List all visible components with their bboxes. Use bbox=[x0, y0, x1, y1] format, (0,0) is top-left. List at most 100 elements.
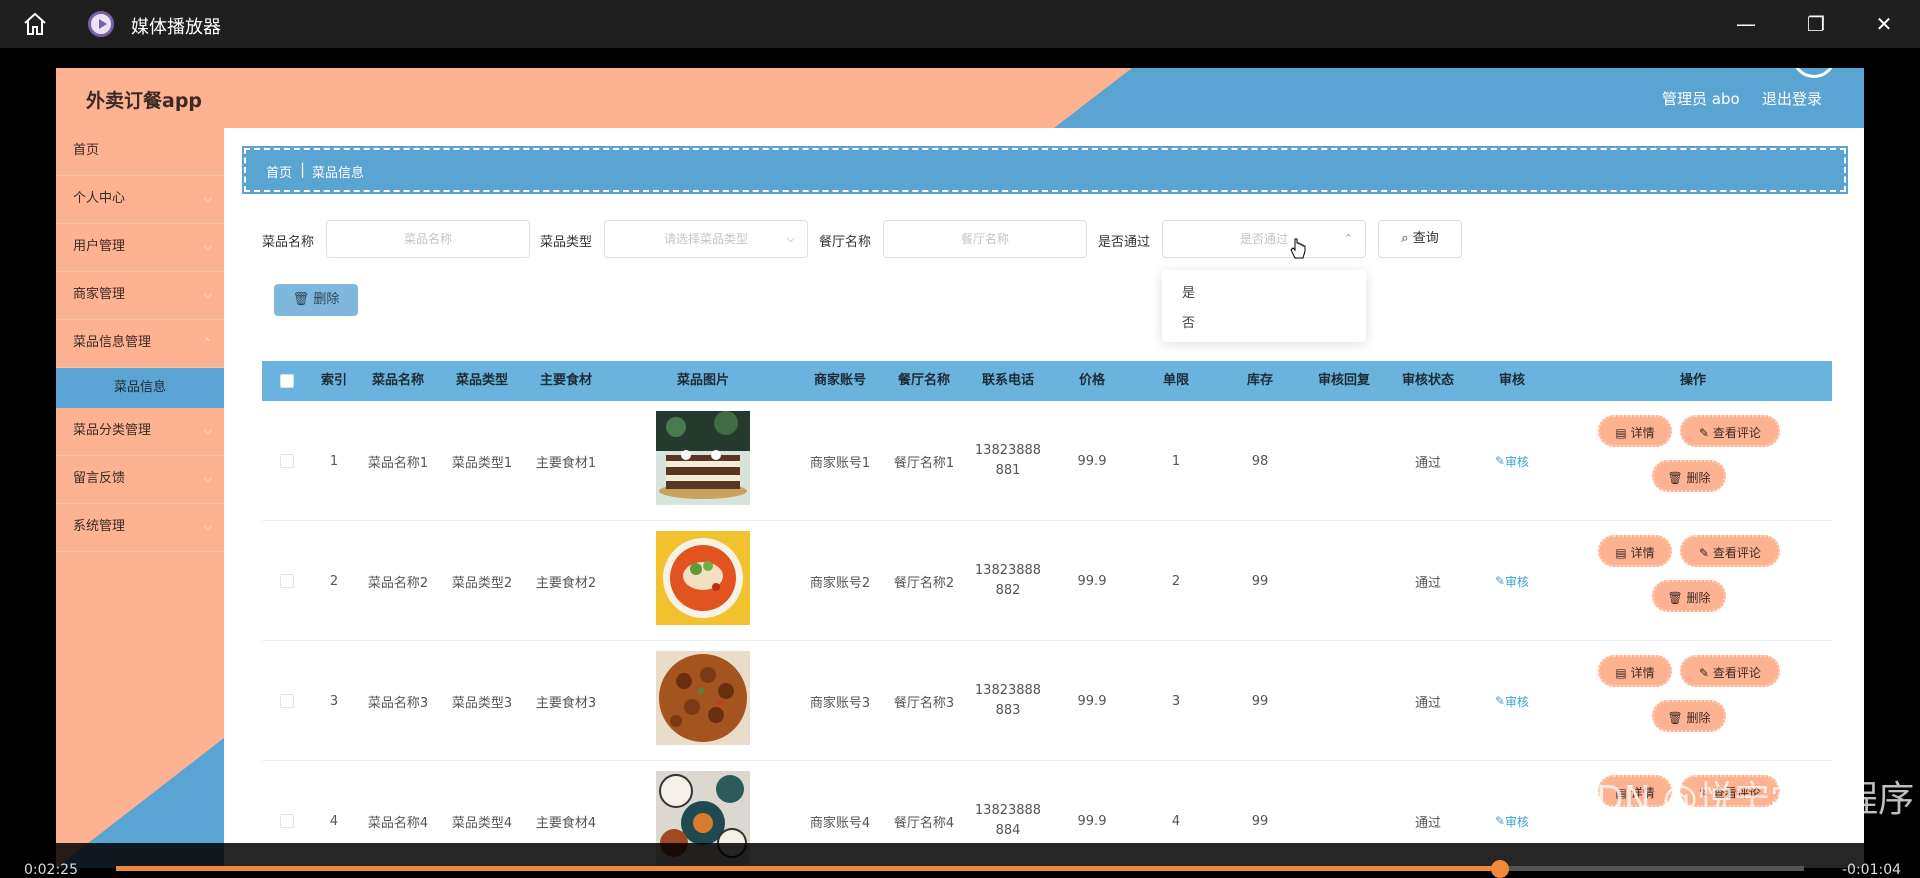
detail-button[interactable]: ▤ 详情 bbox=[1598, 535, 1672, 567]
col-name: 菜品名称 bbox=[371, 373, 424, 388]
dish-name-input[interactable]: 菜品名称 bbox=[326, 220, 530, 258]
sidebar-item-merchants[interactable]: 商家管理 ⌵ bbox=[56, 272, 224, 320]
edit-icon: ✎ bbox=[1494, 814, 1506, 828]
audit-label: 审核 bbox=[1505, 694, 1530, 709]
pass-select[interactable]: 是否通过 ⌃ bbox=[1162, 220, 1366, 258]
chevron-down-icon: ⌵ bbox=[203, 472, 212, 485]
phone-line-2: 884 bbox=[995, 823, 1021, 838]
search-button[interactable]: ⌕ 查询 bbox=[1378, 220, 1462, 258]
cell-shop: 餐厅名称1 bbox=[893, 455, 955, 471]
seek-handle[interactable] bbox=[1491, 860, 1510, 878]
col-stock: 库存 bbox=[1246, 373, 1273, 388]
row-checkbox[interactable] bbox=[280, 814, 294, 828]
sidebar-item-system[interactable]: 系统管理 ⌵ bbox=[56, 504, 224, 552]
sidebar: 首页 个人中心 ⌵ 用户管理 ⌵ 商家管理 ⌵ 菜品信息管理 ⌃ 菜品信息 菜品分类管理… bbox=[56, 128, 224, 868]
audit-link[interactable]: ✎ 审核 bbox=[1470, 521, 1554, 641]
cell-status: 通过 bbox=[1414, 455, 1441, 471]
shop-name-input[interactable]: 餐厅名称 bbox=[883, 220, 1087, 258]
filter-type-label: 菜品类型 bbox=[540, 235, 593, 250]
detail-button[interactable]: ▤ 详情 bbox=[1598, 655, 1672, 687]
window-title: 媒体播放器 bbox=[131, 17, 221, 38]
seek-progress bbox=[116, 866, 1501, 871]
sidebar-item-label: 个人中心 bbox=[73, 191, 126, 206]
cell-status: 通过 bbox=[1414, 575, 1441, 591]
cell-type: 菜品类型1 bbox=[451, 455, 513, 471]
close-icon[interactable]: ✕ bbox=[1870, 10, 1898, 38]
col-audit: 审核 bbox=[1498, 373, 1525, 388]
admin-label: 管理员 abo bbox=[1662, 90, 1740, 108]
cell-reply bbox=[1302, 521, 1386, 641]
col-shop: 餐厅名称 bbox=[897, 373, 950, 388]
col-account: 商家账号 bbox=[813, 373, 866, 388]
dropdown-option-no[interactable]: 否 bbox=[1182, 312, 1195, 331]
cell-stock: 98 bbox=[1251, 453, 1269, 469]
cell-name: 菜品名称3 bbox=[367, 695, 429, 711]
delete-button[interactable]: 🗑 删除 bbox=[1652, 460, 1726, 492]
edit-icon: ✎ bbox=[1494, 574, 1506, 588]
avatar[interactable] bbox=[1792, 68, 1836, 78]
header-peach-shape bbox=[56, 68, 1132, 128]
chevron-up-icon: ⌃ bbox=[1343, 232, 1353, 245]
detail-label: 详情 bbox=[1630, 666, 1655, 680]
restore-icon[interactable]: ❐ bbox=[1802, 10, 1830, 38]
sidebar-item-users[interactable]: 用户管理 ⌵ bbox=[56, 224, 224, 272]
delete-button[interactable]: 🗑 删除 bbox=[1652, 580, 1726, 612]
pass-placeholder: 是否通过 bbox=[1239, 232, 1288, 246]
sidebar-item-home[interactable]: 首页 bbox=[56, 128, 224, 176]
select-all-checkbox[interactable] bbox=[280, 374, 294, 388]
batch-delete-button[interactable]: 🗑 删除 bbox=[260, 284, 360, 316]
chevron-up-icon: ⌃ bbox=[202, 336, 212, 349]
search-icon: ⌕ bbox=[1401, 231, 1413, 246]
sidebar-item-label: 用户管理 bbox=[73, 239, 126, 254]
breadcrumb-home[interactable]: 首页 bbox=[266, 162, 292, 181]
audit-link[interactable]: ✎ 审核 bbox=[1470, 401, 1554, 521]
pass-dropdown: 是 否 bbox=[1162, 270, 1366, 342]
dish-type-placeholder: 请选择菜品类型 bbox=[663, 232, 748, 246]
edit-icon: ✎ bbox=[1494, 694, 1506, 708]
view-comments-button[interactable]: ✎ 查看评论 bbox=[1680, 535, 1780, 567]
cell-index: 2 bbox=[329, 573, 339, 589]
cell-shop: 餐厅名称3 bbox=[893, 695, 955, 711]
seek-bar[interactable] bbox=[116, 866, 1804, 871]
view-comments-button[interactable]: ✎ 查看评论 bbox=[1680, 655, 1780, 687]
edit-icon: ✎ bbox=[1699, 666, 1713, 680]
sidebar-item-label: 菜品分类管理 bbox=[73, 423, 152, 438]
dropdown-option-yes[interactable]: 是 bbox=[1182, 282, 1195, 301]
cell-phone: 13823888 881 bbox=[966, 401, 1050, 521]
view-comments-button[interactable]: ✎ 查看评论 bbox=[1680, 415, 1780, 447]
dish-type-select[interactable]: 请选择菜品类型 ⌵ bbox=[604, 220, 808, 258]
phone-line-1: 13823888 bbox=[974, 803, 1042, 818]
dish-image-snails bbox=[656, 651, 750, 745]
remaining-time: -0:01:04 bbox=[1842, 862, 1902, 878]
elapsed-time: 0:02:25 bbox=[24, 862, 78, 878]
cell-name: 菜品名称1 bbox=[367, 455, 429, 471]
detail-button[interactable]: ▤ 详情 bbox=[1598, 415, 1672, 447]
col-phone: 联系电话 bbox=[981, 373, 1034, 388]
sidebar-item-label: 留言反馈 bbox=[73, 471, 126, 486]
row-checkbox[interactable] bbox=[280, 574, 294, 588]
home-icon[interactable] bbox=[22, 12, 48, 36]
sidebar-item-profile[interactable]: 个人中心 ⌵ bbox=[56, 176, 224, 224]
app-title: 外卖订餐app bbox=[86, 90, 203, 112]
cell-reply bbox=[1302, 401, 1386, 521]
comments-label: 查看评论 bbox=[1712, 426, 1761, 440]
trash-icon: 🗑 bbox=[1667, 711, 1687, 725]
col-reply: 审核回复 bbox=[1317, 373, 1370, 388]
document-icon: ▤ bbox=[1615, 426, 1631, 440]
cell-limit: 1 bbox=[1171, 453, 1181, 469]
sidebar-item-categories[interactable]: 菜品分类管理 ⌵ bbox=[56, 408, 224, 456]
cell-price: 99.9 bbox=[1077, 693, 1107, 709]
col-type: 菜品类型 bbox=[455, 373, 508, 388]
audit-link[interactable]: ✎ 审核 bbox=[1470, 641, 1554, 761]
delete-button[interactable]: 🗑 删除 bbox=[1652, 700, 1726, 732]
minimize-icon[interactable]: — bbox=[1732, 10, 1760, 38]
sidebar-item-dishes[interactable]: 菜品信息管理 ⌃ bbox=[56, 320, 224, 368]
row-checkbox[interactable] bbox=[280, 454, 294, 468]
sidebar-item-feedback[interactable]: 留言反馈 ⌵ bbox=[56, 456, 224, 504]
logout-link[interactable]: 退出登录 bbox=[1762, 88, 1822, 109]
row-checkbox[interactable] bbox=[280, 694, 294, 708]
sidebar-subitem-dish-info[interactable]: 菜品信息 bbox=[56, 368, 224, 408]
cell-ingredient: 主要食材1 bbox=[535, 455, 597, 471]
cell-price: 99.9 bbox=[1077, 453, 1107, 469]
trash-icon: 🗑 bbox=[1667, 591, 1687, 605]
